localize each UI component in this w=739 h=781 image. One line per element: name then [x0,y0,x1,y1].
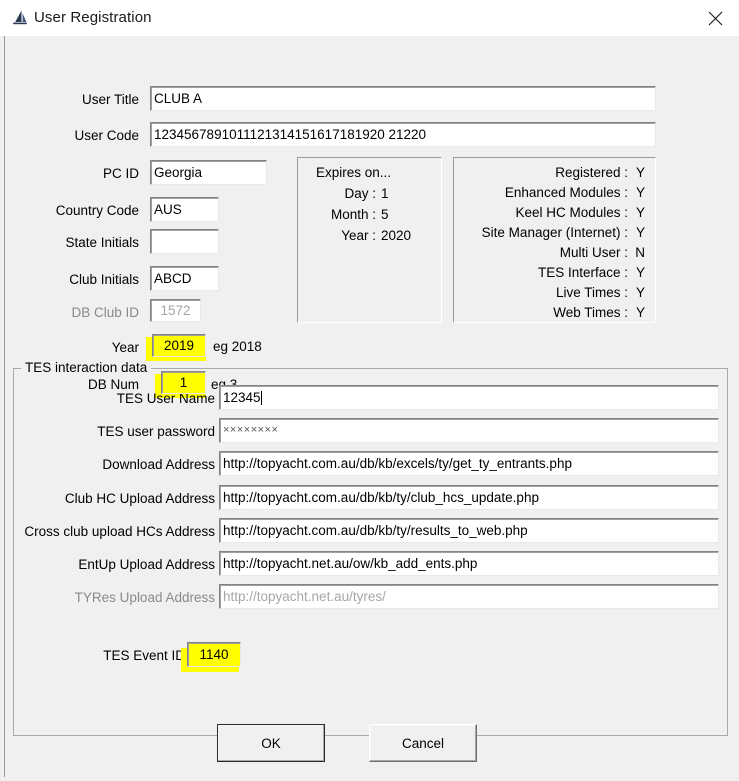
ok-button[interactable]: OK [217,724,325,762]
expires-year-label: Year : [341,228,376,243]
dialog-client-area: User Title CLUB A User Code 123456789101… [4,36,735,777]
status-enhanced-modules-value: Y [635,185,645,200]
tes-user-name-input[interactable]: 12345 [219,385,719,410]
club-initials-label: Club Initials [69,272,139,287]
tes-event-id-input[interactable]: 1140 [187,642,241,667]
pc-id-label: PC ID [102,166,139,181]
user-title-input[interactable]: CLUB A [150,86,656,111]
entup-upload-address-label: EntUp Upload Address [78,557,215,572]
status-registered-value: Y [635,165,645,180]
status-enhanced-modules-label: Enhanced Modules : [504,185,628,200]
tes-user-name-value: 12345 [223,389,261,405]
expires-year-value: 2020 [381,228,412,243]
status-live-times-label: Live Times : [555,285,628,300]
tes-user-password-value: ×××××××× [223,424,279,436]
user-title-label: User Title [81,92,139,107]
year-input[interactable]: 2019 [152,334,206,357]
db-club-id-input: 1572 [150,299,201,322]
country-code-input[interactable]: AUS [150,197,219,222]
status-keel-hc-modules-value: Y [635,205,645,220]
year-hint: eg 2018 [213,339,262,354]
status-site-manager-value: Y [635,225,645,240]
club-initials-input[interactable]: ABCD [150,266,219,291]
tyres-upload-address-input: http://topyacht.net.au/tyres/ [219,584,719,609]
state-initials-input[interactable] [150,229,219,254]
user-registration-window: User Registration User Title CLUB A User… [0,0,739,781]
sailboat-icon [11,10,29,27]
db-num-input[interactable]: 1 [161,371,206,394]
user-code-input[interactable]: 1234567891011121314151617181920 21220 [150,122,656,147]
download-address-input[interactable]: http://topyacht.com.au/db/kb/excels/ty/g… [219,451,719,476]
expires-month-label: Month : [330,207,376,222]
status-keel-hc-modules-label: Keel HC Modules : [515,205,628,220]
cancel-button[interactable]: Cancel [369,724,477,762]
text-caret [260,390,262,405]
tes-user-password-label: TES user password [97,424,215,439]
status-multi-user-value: N [635,245,645,260]
state-initials-label: State Initials [65,235,139,250]
year-label: Year [111,340,139,355]
license-status-panel: Registered : Y Enhanced Modules : Y Keel… [453,157,656,323]
cross-club-upload-hcs-address-label: Cross club upload HCs Address [24,524,215,539]
status-live-times-value: Y [635,285,645,300]
club-hc-upload-address-label: Club HC Upload Address [64,491,215,506]
expires-day-label: Day : [344,186,376,201]
close-icon[interactable] [693,0,739,33]
status-tes-interface-label: TES Interface : [537,265,628,280]
status-web-times-label: Web Times : [553,305,628,320]
club-hc-upload-address-input[interactable]: http://topyacht.com.au/db/kb/ty/club_hcs… [219,485,719,510]
status-site-manager-label: Site Manager (Internet) : [481,225,628,240]
cross-club-upload-hcs-address-input[interactable]: http://topyacht.com.au/db/kb/ty/results_… [219,518,719,543]
user-code-label: User Code [74,128,139,143]
tes-user-password-input[interactable]: ×××××××× [219,418,719,443]
expires-month-value: 5 [381,207,389,222]
tyres-upload-address-label: TYRes Upload Address [74,590,215,605]
expires-day-value: 1 [381,186,389,201]
status-multi-user-label: Multi User : [559,245,628,260]
tes-interaction-caption: TES interaction data [21,361,152,375]
expires-panel: Expires on... Day : 1 Month : 5 Year : 2… [297,157,442,323]
country-code-label: Country Code [55,203,139,218]
status-tes-interface-value: Y [635,265,645,280]
status-web-times-value: Y [635,305,645,320]
pc-id-input[interactable]: Georgia [150,160,267,185]
db-club-id-label: DB Club ID [71,305,139,320]
status-registered-label: Registered : [555,165,628,180]
window-title: User Registration [34,9,152,26]
title-bar: User Registration [0,0,739,36]
entup-upload-address-input[interactable]: http://topyacht.net.au/ow/kb_add_ents.ph… [219,551,719,576]
download-address-label: Download Address [102,457,215,472]
expires-title: Expires on... [316,165,392,180]
tes-event-id-label: TES Event ID [103,648,185,663]
